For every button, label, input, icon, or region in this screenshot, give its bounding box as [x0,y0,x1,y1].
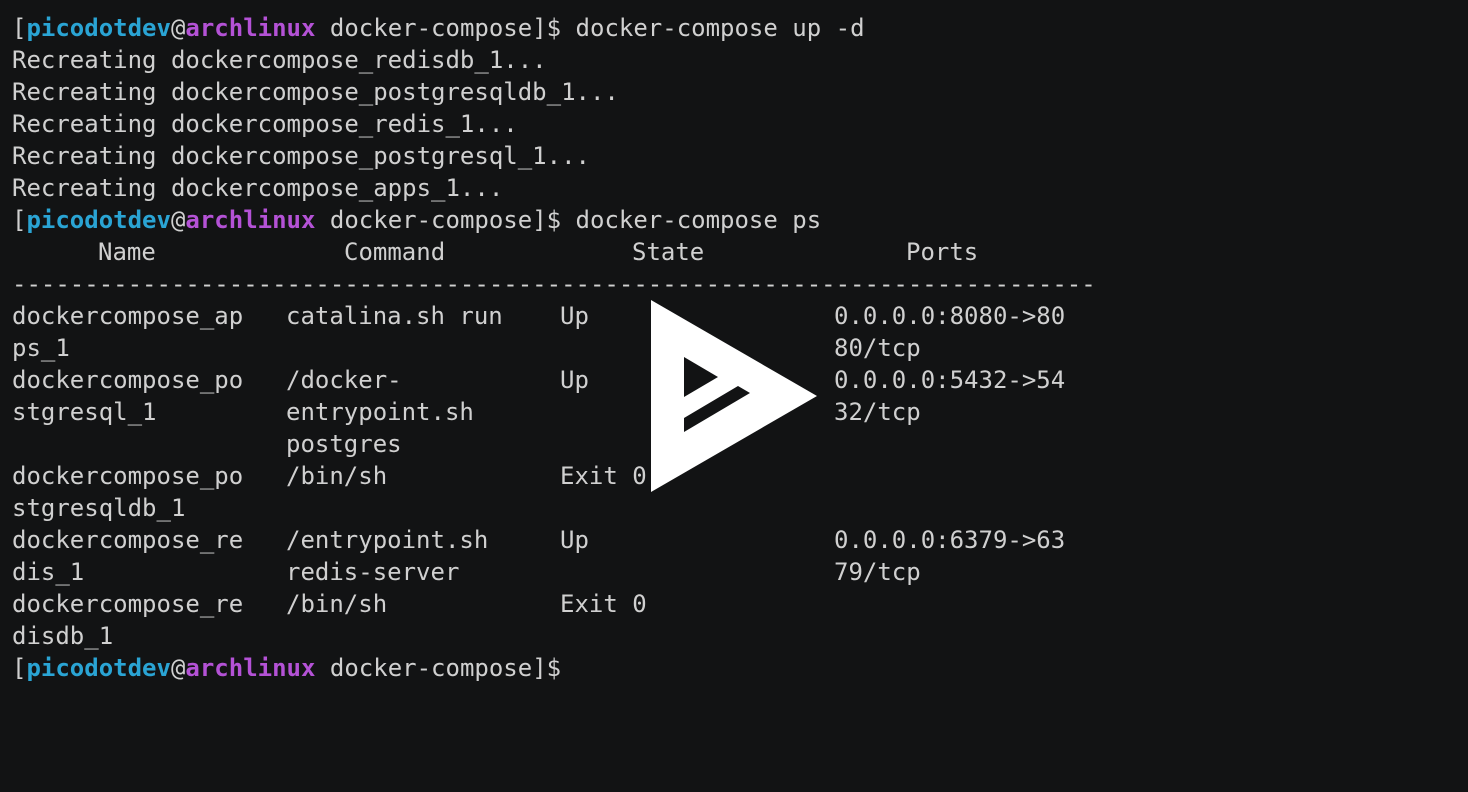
container-name: dockercompose_re [12,526,244,554]
container-state: Exit 0 [560,462,647,490]
output-line: Recreating dockercompose_postgresql_1... [12,142,590,170]
container-command: /bin/sh [286,462,388,490]
output-line: Recreating dockercompose_redis_1... [12,110,518,138]
table-row-continued: disdb_1 [12,620,1468,652]
container-ports: 0.0.0.0:6379->63 [834,526,1066,554]
prompt-host: archlinux [185,206,316,234]
prompt-line-2: [picodotdev@archlinux docker-compose]$ d… [12,204,1468,236]
container-state: Up [560,302,589,330]
container-ports: 80/tcp [834,334,921,362]
table-row-continued: stgresqldb_1 [12,492,1468,524]
command-up: docker-compose up -d [561,14,865,42]
container-ports: 32/tcp [834,398,921,426]
output-line: Recreating dockercompose_redisdb_1... [12,46,547,74]
prompt-at: @ [170,654,186,682]
prompt-dir: docker-compose]$ [315,654,562,682]
container-name: dockercompose_ap [12,302,244,330]
table-row-continued: dis_1 redis-server 79/tcp [12,556,1468,588]
output-line: Recreating dockercompose_apps_1... [12,174,504,202]
command-ps: docker-compose ps [561,206,822,234]
container-command: /entrypoint.sh [286,526,489,554]
header-state: State [632,238,705,266]
container-name: dis_1 [12,558,85,586]
header-ports: Ports [906,238,979,266]
table-row: dockercompose_re /entrypoint.sh Up 0.0.0… [12,524,1468,556]
container-command: /bin/sh [286,590,388,618]
prompt-line-1: [picodotdev@archlinux docker-compose]$ d… [12,12,1468,44]
prompt-at: @ [170,206,186,234]
prompt-dir: docker-compose]$ [315,206,562,234]
container-state: Up [560,366,589,394]
prompt-host: archlinux [185,654,316,682]
prompt-host: archlinux [185,14,316,42]
container-name: dockercompose_re [12,590,244,618]
container-command: redis-server [286,558,460,586]
prompt-line-3: [picodotdev@archlinux docker-compose]$ [12,652,1468,684]
play-button[interactable] [651,300,817,492]
prompt-at: @ [170,14,186,42]
prompt-user: picodotdev [26,206,171,234]
header-name: Name [98,238,156,266]
container-name: ps_1 [12,334,70,362]
container-name: dockercompose_po [12,366,244,394]
container-command: entrypoint.sh [286,398,474,426]
container-command: postgres [286,430,402,458]
prompt-bracket: [ [12,206,27,234]
ps-table-separator: ----------------------------------------… [12,270,1096,298]
asciinema-play-icon [651,300,817,492]
container-name: disdb_1 [12,622,114,650]
prompt-bracket: [ [12,654,27,682]
prompt-user: picodotdev [26,654,171,682]
container-state: Up [560,526,589,554]
prompt-bracket: [ [12,14,27,42]
prompt-user: picodotdev [26,14,171,42]
container-ports: 79/tcp [834,558,921,586]
container-ports: 0.0.0.0:5432->54 [834,366,1066,394]
container-ports: 0.0.0.0:8080->80 [834,302,1066,330]
output-line: Recreating dockercompose_postgresqldb_1.… [12,78,619,106]
ps-table-header: Name Command State Ports [12,236,1468,268]
container-command: catalina.sh run [286,302,503,330]
container-command: /docker- [286,366,402,394]
table-row: dockercompose_re /bin/sh Exit 0 [12,588,1468,620]
header-command: Command [344,238,446,266]
container-name: stgresqldb_1 [12,494,186,522]
prompt-dir: docker-compose]$ [315,14,562,42]
container-state: Exit 0 [560,590,647,618]
container-name: dockercompose_po [12,462,244,490]
container-name: stgresql_1 [12,398,157,426]
